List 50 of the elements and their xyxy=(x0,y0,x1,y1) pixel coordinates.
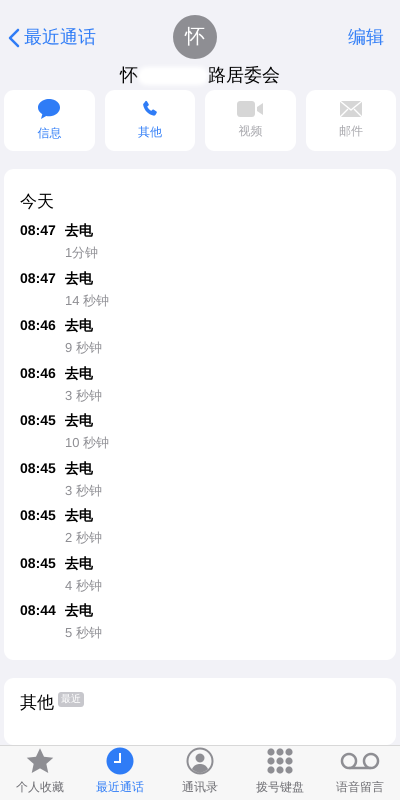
call-type: 去电 xyxy=(65,221,94,240)
action-button[interactable]: 信息 xyxy=(4,90,94,151)
section-heading: 今天 xyxy=(20,190,55,213)
call-time: 08:45 xyxy=(20,554,57,573)
call-time: 08:45 xyxy=(20,411,57,430)
contact-name: 路居委会 xyxy=(208,64,280,87)
call-type: 去电 xyxy=(65,268,94,288)
call-type: 去电 xyxy=(65,316,94,336)
tab-item[interactable]: 拨号键盘 xyxy=(240,746,320,800)
call-type: 去电 xyxy=(65,458,94,478)
call-duration: 9 秒钟 xyxy=(65,339,102,358)
speech-bubble-icon xyxy=(37,98,62,120)
edit-button[interactable]: 编辑 xyxy=(348,24,392,51)
call-time: 08:47 xyxy=(20,268,57,288)
call-time: 08:46 xyxy=(20,364,57,383)
call-duration: 3 秒钟 xyxy=(65,386,102,405)
call-type: 去电 xyxy=(65,554,94,573)
contact-name: 怀 xyxy=(120,64,138,87)
call-type: 去电 xyxy=(65,506,94,526)
call-time: 08:44 xyxy=(20,601,57,620)
person-icon xyxy=(186,747,214,775)
keypad-icon xyxy=(267,748,293,774)
call-duration: 5 秒钟 xyxy=(65,624,102,642)
tab-item[interactable]: 最近通话 xyxy=(80,746,160,800)
avatar: 怀 xyxy=(173,15,217,59)
call-duration: 10 秒钟 xyxy=(65,434,110,452)
call-duration: 3 秒钟 xyxy=(65,482,102,500)
call-duration: 1分钟 xyxy=(65,244,98,262)
call-type: 去电 xyxy=(65,364,94,383)
envelope-icon xyxy=(338,100,363,118)
back-button[interactable]: 最近通话 xyxy=(8,24,96,51)
chevron-left-icon xyxy=(8,28,20,48)
call-type: 去电 xyxy=(65,411,94,430)
call-time: 08:45 xyxy=(20,458,57,478)
section-heading: 其他 xyxy=(20,692,54,714)
call-time: 08:46 xyxy=(20,316,57,336)
tab-item[interactable]: 个人收藏 xyxy=(0,746,80,800)
call-time: 08:47 xyxy=(20,221,57,240)
call-duration: 14 秒钟 xyxy=(65,292,110,310)
recent-badge: 最近 xyxy=(58,692,84,707)
call-type: 去电 xyxy=(65,601,94,620)
tab-item[interactable]: 语音留言 xyxy=(320,746,400,800)
video-camera-icon xyxy=(236,100,264,118)
voicemail-icon xyxy=(340,752,380,770)
star-icon xyxy=(25,747,55,775)
call-time: 08:45 xyxy=(20,506,57,526)
call-duration: 2 秒钟 xyxy=(65,529,102,548)
tab-item[interactable]: 通讯录 xyxy=(160,746,240,800)
call-duration: 4 秒钟 xyxy=(65,576,102,595)
action-button[interactable]: 其他 xyxy=(104,90,195,151)
